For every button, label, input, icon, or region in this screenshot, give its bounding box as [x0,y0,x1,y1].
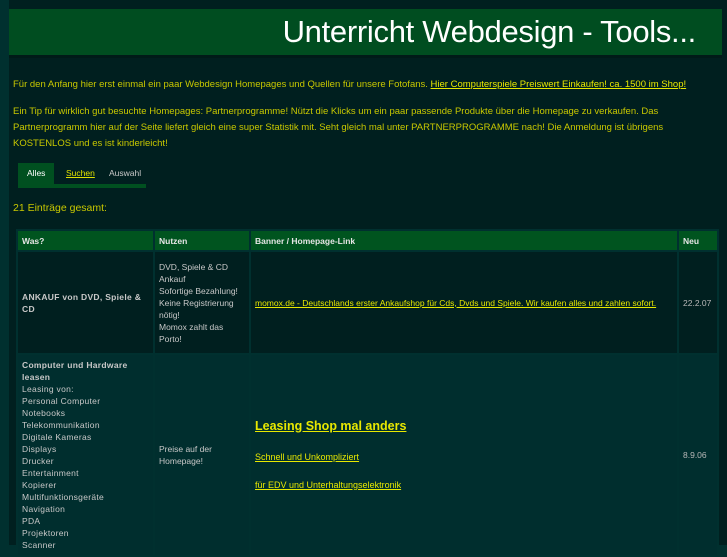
table-header-row: Was? Nutzen Banner / Homepage-Link Neu [18,231,717,250]
tab-auswahl[interactable]: Auswahl [100,163,150,186]
row-date: 22.2.07 [679,252,717,353]
leasing-shop-link[interactable]: Leasing Shop mal anders [255,419,406,433]
row-use: DVD, Spiele & CD Ankauf Sofortige Bezahl… [155,252,249,353]
column-header-was: Was? [18,231,153,250]
momox-link[interactable]: momox.de - Deutschlands erster Ankaufsho… [255,298,656,308]
column-header-neu: Neu [679,231,717,250]
intro-paragraph-1: Für den Anfang hier erst einmal ein paar… [13,79,687,90]
tab-alles[interactable]: Alles [18,163,55,186]
row-use: Preise auf der Homepage! [155,355,249,555]
table-row: ANKAUF von DVD, Spiele & CD DVD, Spiele … [18,252,717,353]
row-link-cell: Leasing Shop mal anders Schnell und Unko… [251,355,677,555]
entry-count: 21 Einträge gesamt: [13,202,107,214]
intro-paragraph-2: Ein Tip für wirklich gut besuchte Homepa… [13,106,664,149]
column-header-banner-link: Banner / Homepage-Link [251,231,677,250]
intro-text: Für den Anfang hier erst einmal ein paar… [13,78,721,162]
table-row: Computer und Hardware leasen Leasing von… [18,355,717,555]
tab-suchen[interactable]: Suchen [57,163,104,186]
filter-tabs: Alles Suchen Auswahl [18,163,146,188]
page-title: Unterricht Webdesign - Tools... [282,14,697,49]
row-date: 8.9.06 [679,355,717,555]
schnell-unkompliziert-link[interactable]: Schnell und Unkompliziert [255,452,359,462]
entries-table: Was? Nutzen Banner / Homepage-Link Neu A… [16,229,719,557]
row-link-cell: momox.de - Deutschlands erster Ankaufsho… [251,252,677,353]
edv-unterhaltung-link[interactable]: für EDV und Unterhaltungselektronik [255,480,401,490]
row-what: Computer und Hardware leasen Leasing von… [18,355,153,555]
row-what-title: Computer und Hardware leasen [22,360,128,382]
computerspiele-shop-link[interactable]: Hier Computerspiele Preiswert Einkaufen!… [431,79,687,90]
row-what: ANKAUF von DVD, Spiele & CD [18,252,153,353]
page-header: Unterricht Webdesign - Tools... [9,9,722,55]
column-header-nutzen: Nutzen [155,231,249,250]
header-divider [9,55,722,58]
page-container: Unterricht Webdesign - Tools... Für den … [9,0,727,557]
